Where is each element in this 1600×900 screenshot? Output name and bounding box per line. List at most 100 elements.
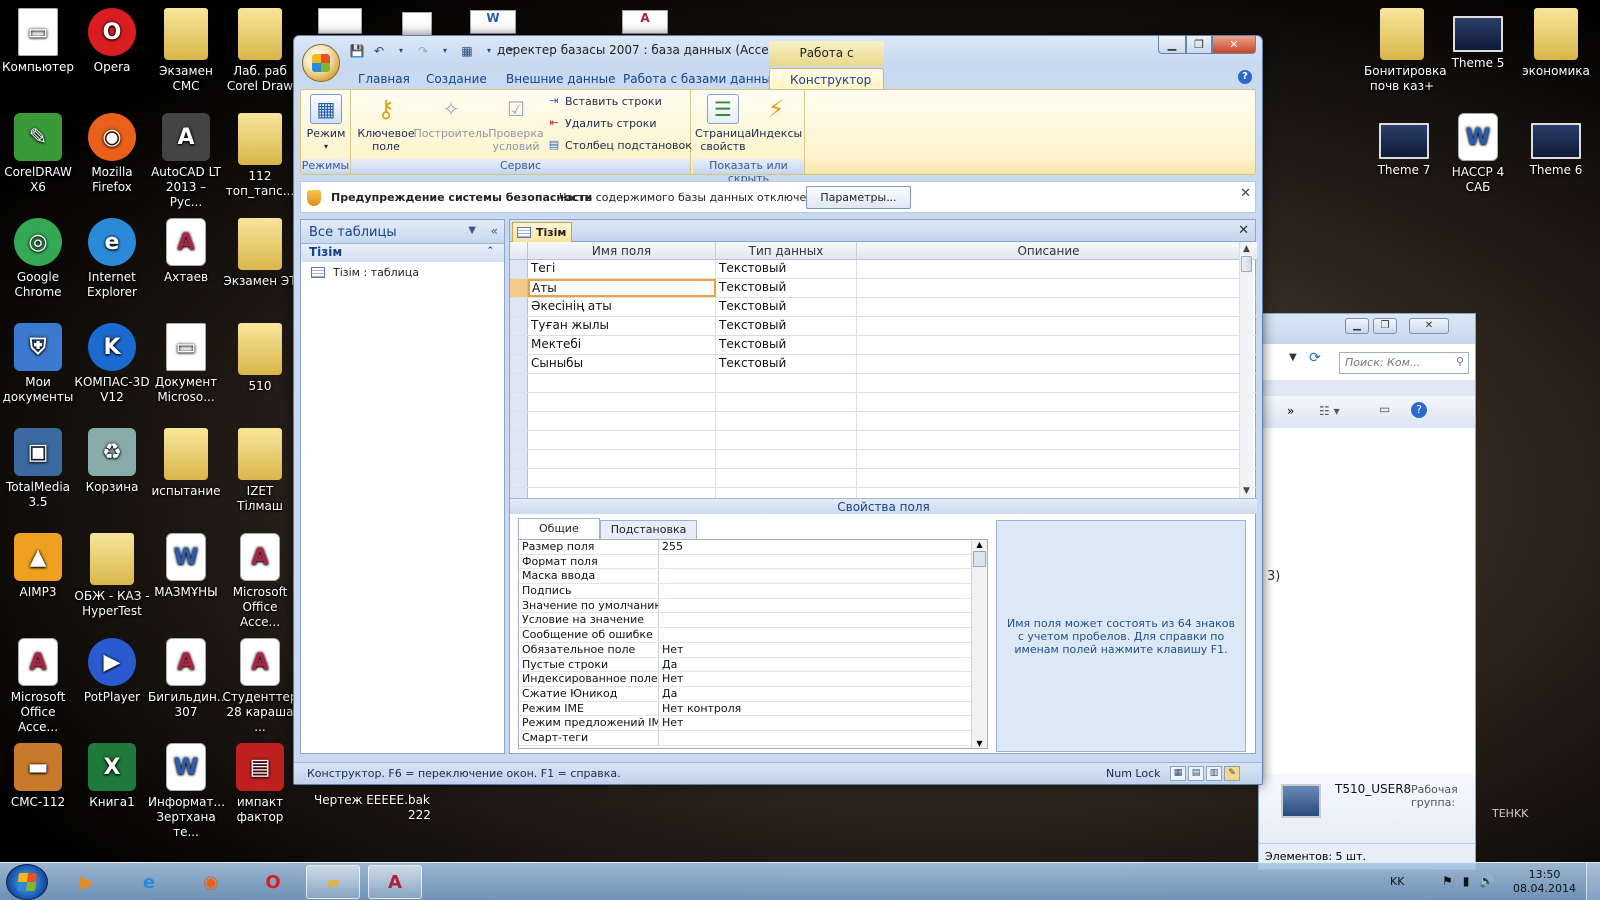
access-icon[interactable]: A xyxy=(368,865,422,899)
desktop-icon[interactable]: A Бигильдин... 307 xyxy=(148,638,228,720)
desktop-icon[interactable]: экономика xyxy=(1518,8,1594,79)
view-mode-button[interactable]: ▦ Режим ▾ xyxy=(304,94,348,153)
field-name-cell[interactable]: Сыныбы xyxy=(528,355,716,373)
table-row[interactable]: Әкесінің аты Текстовый xyxy=(510,298,1257,317)
document-tab[interactable]: Тізім xyxy=(512,222,572,242)
primary-key-button[interactable]: ⚷ Ключевое поле xyxy=(357,94,415,154)
explorer-title-bar[interactable]: ▁ ❐ ✕ xyxy=(1259,314,1475,344)
column-header-field-name[interactable]: Имя поля xyxy=(528,242,716,259)
scroll-thumb[interactable] xyxy=(1241,256,1252,272)
property-value[interactable]: 255 xyxy=(659,540,987,554)
property-row[interactable]: Режим IME Нет контроля xyxy=(519,701,987,717)
clock[interactable]: 13:50 08.04.2014 xyxy=(1513,868,1576,896)
refresh-icon[interactable]: ⟳ xyxy=(1309,350,1321,366)
help-icon[interactable]: ? xyxy=(1238,70,1252,84)
close-button[interactable]: ✕ xyxy=(1409,318,1449,334)
explorer-icon[interactable]: ▰ xyxy=(306,865,360,899)
ie-icon[interactable]: e xyxy=(122,865,176,899)
empty-table-row[interactable] xyxy=(510,469,1257,488)
collapse-pane-icon[interactable]: « xyxy=(491,224,498,238)
table-row[interactable]: Тегі Текстовый xyxy=(510,260,1257,279)
data-type-cell[interactable]: Текстовый xyxy=(716,260,857,278)
minimize-button[interactable]: ▁ xyxy=(1345,318,1369,334)
desktop-icon[interactable]: IZET Тілмаш xyxy=(222,428,298,514)
desktop-icon[interactable]: K КОМПАС-3D V12 xyxy=(74,323,150,405)
column-header-data-type[interactable]: Тип данных xyxy=(716,242,857,259)
empty-cell[interactable] xyxy=(857,469,1241,487)
description-cell[interactable] xyxy=(857,336,1241,354)
empty-table-row[interactable] xyxy=(510,393,1257,412)
close-icon[interactable]: ✕ xyxy=(1238,223,1249,238)
pivot-chart-view-icon[interactable]: ▥ xyxy=(1206,766,1222,781)
table-row[interactable]: Сыныбы Текстовый xyxy=(510,355,1257,374)
desktop-icon[interactable]: ✎ CorelDRAW X6 xyxy=(0,113,76,195)
desktop-icon[interactable]: Экзамен ЭТ xyxy=(222,218,298,289)
desktop-icon[interactable]: A Microsoft Office Acce... xyxy=(222,533,298,630)
property-row[interactable]: Формат поля xyxy=(519,554,987,570)
data-type-cell[interactable]: Текстовый xyxy=(716,317,857,335)
tab-home[interactable]: Главная xyxy=(358,68,410,90)
field-name-cell[interactable]: Әкесінің аты xyxy=(528,298,716,316)
field-name-cell[interactable]: Тегі xyxy=(528,260,716,278)
property-value[interactable]: Нет xyxy=(659,643,987,657)
table-row[interactable]: Аты Текстовый xyxy=(510,279,1257,298)
property-value[interactable] xyxy=(659,628,987,642)
nav-item-table[interactable]: Тізім : таблица xyxy=(301,262,504,283)
insert-rows-button[interactable]: ⇥ Вставить строки xyxy=(547,94,661,108)
row-selector[interactable] xyxy=(510,317,528,335)
property-row[interactable]: Режим предложений IME Нет xyxy=(519,716,987,731)
empty-cell[interactable] xyxy=(716,469,857,487)
dropdown-arrow-icon[interactable]: ▼ xyxy=(1289,352,1297,363)
datasheet-view-icon[interactable]: ▦ xyxy=(1170,766,1186,781)
empty-table-row[interactable] xyxy=(510,431,1257,450)
potplayer-icon[interactable]: ▶ xyxy=(60,865,114,899)
scroll-up-icon[interactable]: ▲ xyxy=(972,540,987,549)
desktop-icon[interactable]: A Студенттер 28 караша ... xyxy=(222,638,298,735)
desktop-file-label[interactable]: 222 xyxy=(408,808,431,822)
property-value[interactable] xyxy=(659,613,987,627)
desktop-icon[interactable]: ▲ AIMP3 xyxy=(0,533,76,600)
view-options-icon[interactable]: ☷ ▾ xyxy=(1319,404,1340,418)
view-icon[interactable]: ▦ xyxy=(458,42,476,60)
property-row[interactable]: Условие на значение xyxy=(519,613,987,629)
empty-cell[interactable] xyxy=(716,393,857,411)
property-row[interactable]: Сообщение об ошибке xyxy=(519,628,987,643)
desktop-icon[interactable]: Theme 5 xyxy=(1440,8,1516,71)
description-cell[interactable] xyxy=(857,279,1241,297)
desktop-icon[interactable]: ▭ Документ Microsо... xyxy=(148,323,224,405)
table-row[interactable]: Мектебі Текстовый xyxy=(510,336,1257,355)
empty-cell[interactable] xyxy=(716,412,857,430)
row-selector[interactable] xyxy=(510,412,528,430)
office-button[interactable] xyxy=(302,44,340,82)
desktop-icon[interactable]: Бонитировка почв каз+ xyxy=(1364,8,1447,94)
row-selector[interactable] xyxy=(510,431,528,449)
desktop-icon[interactable]: ◎ Google Chrome xyxy=(0,218,76,300)
empty-cell[interactable] xyxy=(528,393,716,411)
property-row[interactable]: Пустые строки Да xyxy=(519,657,987,673)
lookup-column-button[interactable]: ▤ Столбец подстановок xyxy=(547,138,692,152)
volume-icon[interactable]: 🔊 xyxy=(1479,874,1494,888)
desktop-icon-partial[interactable] xyxy=(402,12,432,36)
empty-cell[interactable] xyxy=(857,393,1241,411)
empty-table-row[interactable] xyxy=(510,450,1257,469)
property-row[interactable]: Сжатие Юникод Да xyxy=(519,686,987,702)
desktop-icon[interactable]: ▶ PotPlayer xyxy=(74,638,150,705)
desktop-icon[interactable]: Theme 6 xyxy=(1518,113,1594,178)
desktop-icon[interactable]: испытание xyxy=(148,428,224,499)
row-selector[interactable] xyxy=(510,336,528,354)
search-input[interactable]: Поиск: Ком... ⚲ xyxy=(1339,352,1469,374)
empty-cell[interactable] xyxy=(528,450,716,468)
desktop-icon[interactable]: e Internet Explorer xyxy=(74,218,150,300)
design-view-icon[interactable]: ✎ xyxy=(1224,766,1240,781)
property-value[interactable]: Да xyxy=(659,658,987,672)
empty-cell[interactable] xyxy=(716,450,857,468)
desktop-icon[interactable]: W HACCP 4 САБ xyxy=(1440,113,1516,195)
desktop-icon[interactable]: 510 xyxy=(222,323,298,394)
field-name-cell[interactable]: Мектебі xyxy=(528,336,716,354)
property-row[interactable]: Обязательное поле Нет xyxy=(519,642,987,658)
chevron-up-icon[interactable]: ⌃ xyxy=(486,246,494,256)
scroll-thumb[interactable] xyxy=(973,551,986,567)
table-row[interactable]: Туған жылы Текстовый xyxy=(510,317,1257,336)
property-value[interactable]: Нет xyxy=(659,672,987,686)
select-all[interactable] xyxy=(510,242,528,259)
